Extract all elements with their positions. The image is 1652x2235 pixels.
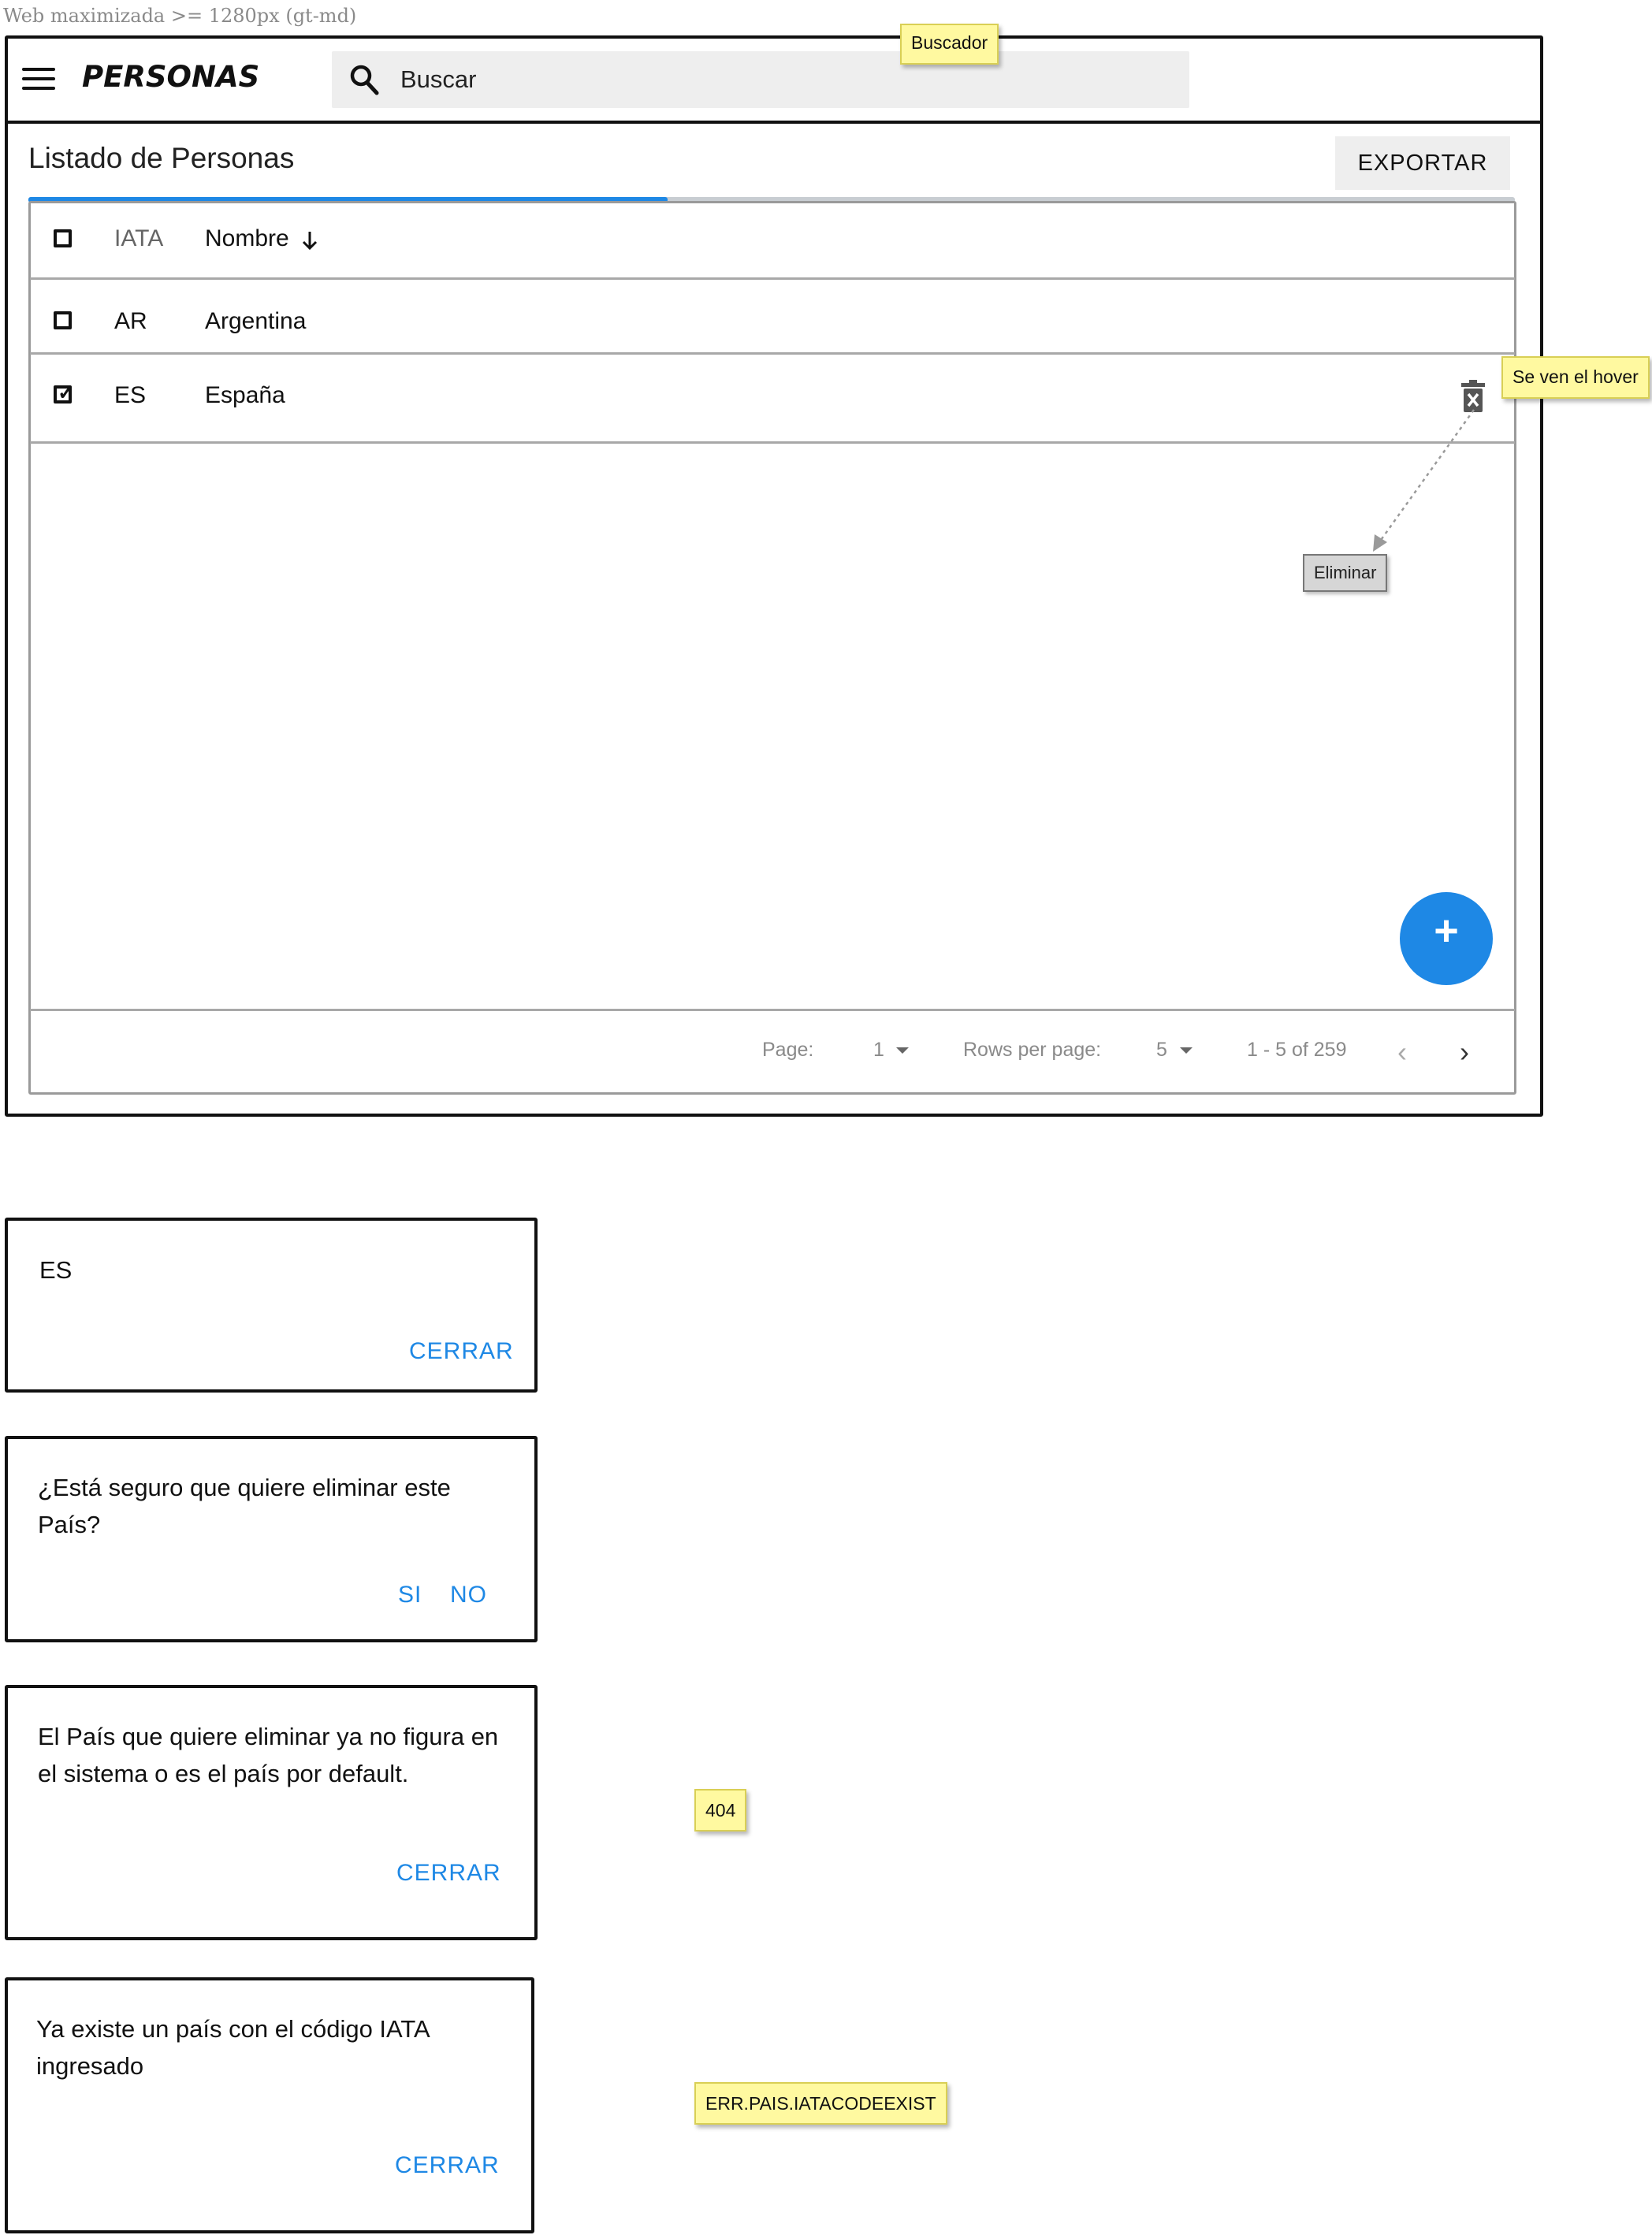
cell-nombre: España — [205, 382, 285, 408]
note-error-code: 404 — [694, 1789, 747, 1832]
rows-per-page-select[interactable]: 5 — [1156, 1039, 1167, 1062]
note-hover: Se ven el hover — [1501, 356, 1650, 399]
row-divider — [30, 352, 1515, 355]
wireframe-caption: Web maximizada >= 1280px (gt-md) — [3, 5, 357, 27]
chevron-left-icon[interactable]: ‹ — [1397, 1038, 1407, 1066]
plus-icon: + — [1434, 907, 1459, 954]
column-header-nombre[interactable]: Nombre — [205, 225, 289, 252]
export-button[interactable]: EXPORTAR — [1335, 136, 1510, 190]
select-all-checkbox[interactable] — [54, 229, 72, 247]
yes-button[interactable]: SI — [398, 1582, 422, 1608]
note-error-code: ERR.PAIS.IATACODEEXIST — [694, 2082, 947, 2125]
page-title: Listado de Personas — [28, 142, 295, 174]
chevron-down-icon[interactable] — [896, 1047, 909, 1054]
add-button[interactable]: + — [1400, 892, 1493, 985]
delete-tooltip: Eliminar — [1303, 554, 1388, 592]
page-range: 1 - 5 of 259 — [1247, 1039, 1347, 1061]
close-button[interactable]: CERRAR — [395, 2152, 500, 2179]
row-divider — [30, 277, 1515, 280]
chevron-right-icon[interactable]: › — [1460, 1038, 1469, 1066]
search-icon — [350, 65, 379, 95]
annotation-arrow — [1373, 409, 1475, 552]
row-checkbox[interactable] — [54, 311, 72, 329]
search-input[interactable]: Buscar — [400, 65, 476, 94]
row-divider — [30, 441, 1515, 444]
dialog-message: ES — [39, 1256, 73, 1284]
note-buscador: Buscador — [900, 24, 999, 65]
dialog-message: El País que quiere eliminar ya no figura… — [38, 1723, 499, 1787]
table-footer-divider — [30, 1009, 1515, 1011]
dialog-message: Ya existe un país con el código IATA ing… — [36, 2015, 430, 2080]
page-select[interactable]: 1 — [873, 1039, 884, 1062]
chevron-down-icon[interactable] — [1180, 1047, 1192, 1054]
page-label: Page: — [762, 1039, 814, 1061]
dialog-detail — [5, 1218, 538, 1393]
cell-iata: AR — [114, 308, 147, 334]
dialog-message: ¿Está seguro que quiere eliminar este Pa… — [38, 1474, 451, 1538]
close-button[interactable]: CERRAR — [409, 1338, 514, 1365]
app-title: PERSONAS — [82, 60, 260, 94]
arrow-down-icon[interactable] — [301, 230, 318, 251]
menu-icon[interactable] — [22, 68, 55, 91]
row-checkbox-checked[interactable]: ✓ — [54, 382, 75, 403]
column-header-iata[interactable]: IATA — [114, 225, 163, 252]
cell-iata: ES — [114, 382, 147, 408]
cell-nombre: Argentina — [205, 308, 307, 334]
no-button[interactable]: NO — [450, 1582, 487, 1608]
rows-per-page-label: Rows per page: — [963, 1039, 1102, 1061]
close-button[interactable]: CERRAR — [396, 1860, 501, 1887]
data-table — [28, 201, 1516, 1095]
